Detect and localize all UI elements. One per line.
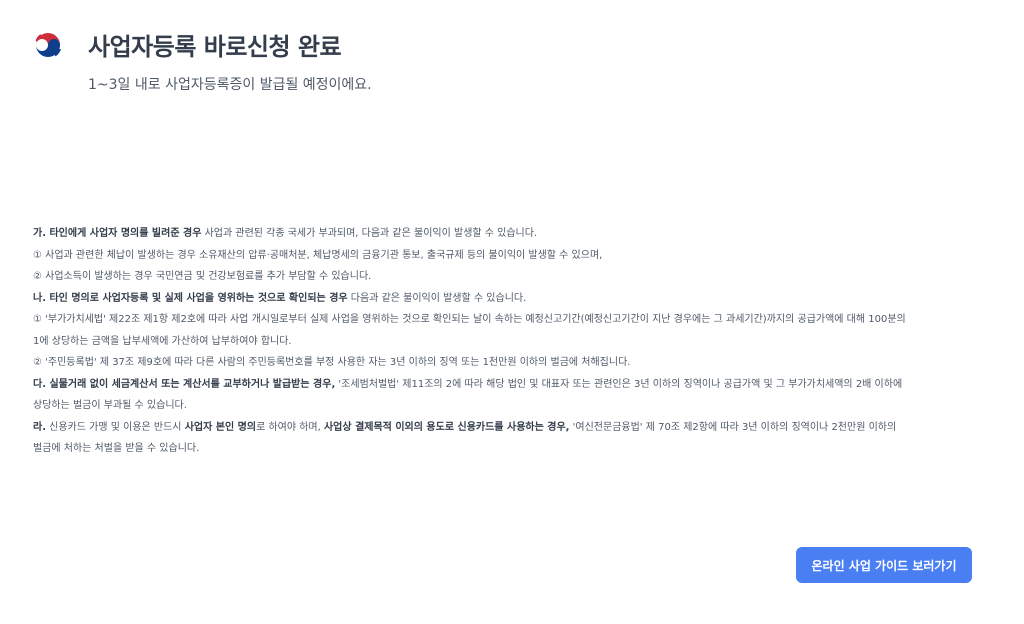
page-title: 사업자등록 바로신청 완료 [88, 33, 342, 61]
notice-text: 신용카드 가맹 및 이용은 반드시 [46, 421, 185, 433]
notice-continued: 상당하는 벌금이 부과될 수 있습니다. [33, 400, 187, 411]
page-subtitle: 1~3일 내로 사업자등록증이 발급될 예정이에요. [88, 77, 372, 93]
notice-subitem: ① '부가가치세법' 제22조 제1항 제2호에 따라 사업 개시일로부터 실제… [33, 314, 906, 325]
completion-page: 사업자등록 바로신청 완료 1~3일 내로 사업자등록증이 발급될 예정이에요.… [0, 0, 1024, 624]
notice-subitem-continued: 1에 상당하는 금액을 납부세액에 가산하여 납부하여야 합니다. [33, 335, 292, 347]
notice-text: '여신전문금융법' 제 70조 제2항에 따라 3년 이하의 징역이나 2천만원… [569, 421, 897, 433]
taegeuk-emblem-icon [34, 30, 62, 59]
page-header: 사업자등록 바로신청 완료 [33, 27, 342, 62]
notice-item-na: 나. 타인 명의로 사업자등록 및 실제 사업을 영위하는 것으로 확인되는 경… [33, 288, 973, 310]
notice-emphasis: 사업상 결제목적 이외의 용도로 신용카드를 사용하는 경우, [323, 421, 570, 433]
notice-item-ra: 라. 신용카드 가맹 및 이용은 반드시 사업자 본인 명의로 하여야 하며, … [33, 417, 973, 439]
notice-text: 로 하여야 하며, [256, 421, 324, 433]
notice-text: 다음과 같은 불이익이 발생할 수 있습니다. [347, 292, 527, 304]
notice-heading: 가. 타인에게 사업자 명의를 빌려준 경우 [33, 228, 202, 239]
online-business-guide-button[interactable]: 온라인 사업 가이드 보러가기 [796, 547, 972, 583]
notice-emphasis: 사업자 본인 명의 [184, 421, 257, 433]
notice-subitem: ② 사업소득이 발생하는 경우 국민연금 및 건강보험료를 추가 부담할 수 있… [33, 271, 372, 282]
notice-continued: 벌금에 처하는 처벌을 받을 수 있습니다. [33, 443, 200, 454]
legal-notice: 가. 타인에게 사업자 명의를 빌려준 경우 사업과 관련된 각종 국세가 부과… [33, 223, 973, 460]
notice-text: '조세범처벌법' 제11조의 2에 따라 해당 법인 및 대표자 또는 관련인은… [335, 378, 903, 390]
notice-item-ga: 가. 타인에게 사업자 명의를 빌려준 경우 사업과 관련된 각종 국세가 부과… [33, 223, 973, 245]
notice-heading: 라. [33, 421, 46, 433]
notice-subitem: ② '주민등록법' 제 37조 제9호에 따라 다른 사람의 주민등록번호를 부… [33, 357, 631, 368]
notice-heading: 다. 실물거래 없이 세금계산서 또는 계산서를 교부하거나 발급받는 경우, [33, 378, 336, 390]
notice-subitem: ① 사업과 관련한 체납이 발생하는 경우 소유재산의 압류·공매처분, 체납명… [33, 249, 603, 261]
notice-item-da: 다. 실물거래 없이 세금계산서 또는 계산서를 교부하거나 발급받는 경우, … [33, 374, 973, 396]
notice-heading: 나. 타인 명의로 사업자등록 및 실제 사업을 영위하는 것으로 확인되는 경… [33, 292, 348, 304]
notice-text: 사업과 관련된 각종 국세가 부과되며, 다음과 같은 불이익이 발생할 수 있… [201, 228, 538, 239]
